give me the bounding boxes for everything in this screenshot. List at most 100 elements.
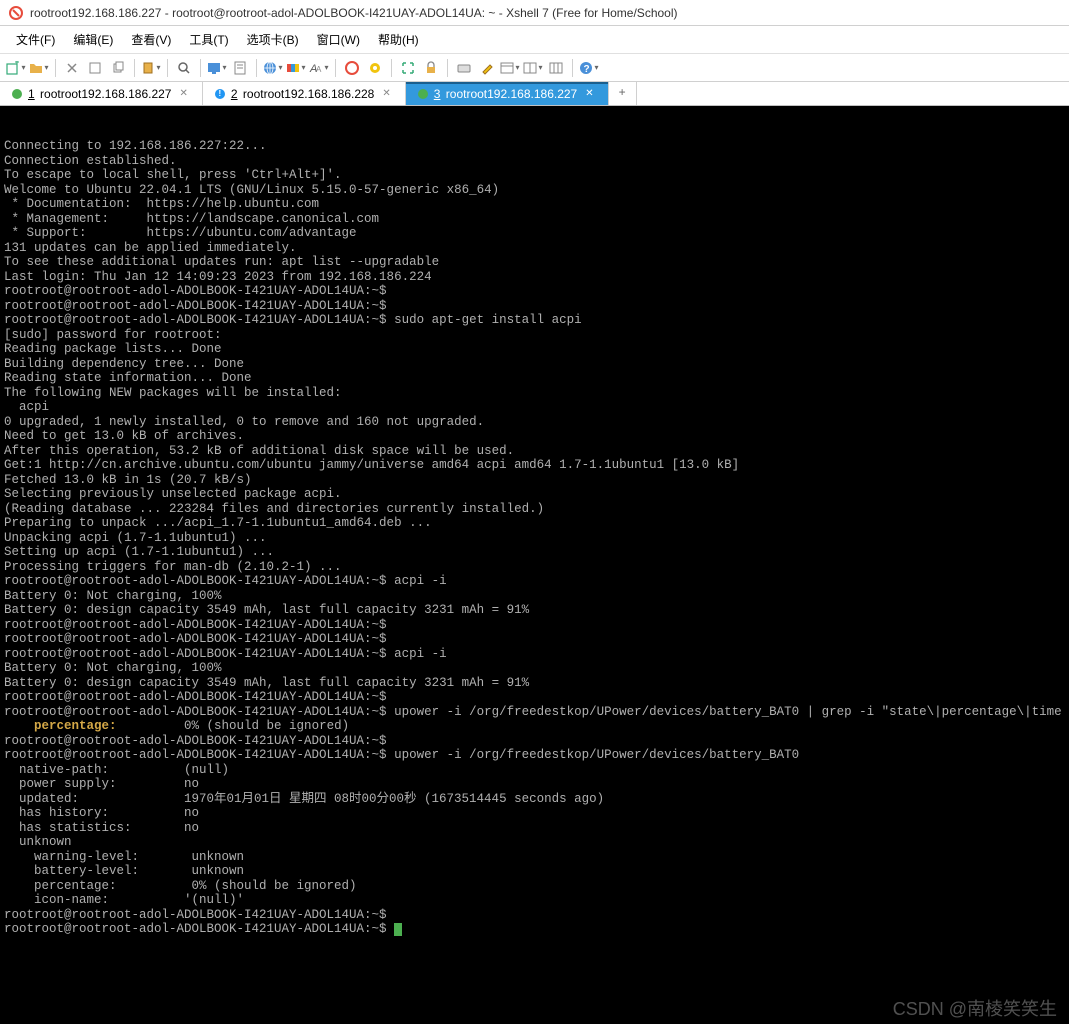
close-icon[interactable]: ✕ [583,88,595,99]
terminal-line: Setting up acpi (1.7-1.1ubuntu1) ... [4,545,1065,560]
help-icon[interactable]: ?▾ [579,58,599,78]
layout1-icon[interactable]: ▾ [500,58,520,78]
terminal-line: percentage: 0% (should be ignored) [4,879,1065,894]
terminal-line: unknown [4,835,1065,850]
terminal-line: acpi [4,400,1065,415]
lock-icon[interactable] [421,58,441,78]
terminal-line: has history: no [4,806,1065,821]
terminal-line: Connection established. [4,154,1065,169]
tab-status-icon [12,89,22,99]
layout3-icon[interactable] [546,58,566,78]
menu-tools[interactable]: 工具(T) [181,28,236,51]
terminal-line: rootroot@rootroot-adol-ADOLBOOK-I421UAY-… [4,734,1065,749]
highlighter-icon[interactable] [477,58,497,78]
tab-label: 1 rootroot192.168.186.227 [28,87,171,101]
tab-label: 2 rootroot192.168.186.228 [231,87,374,101]
globe-icon[interactable]: ▾ [263,58,283,78]
svg-text:?: ? [584,64,590,75]
separator [391,59,392,77]
terminal-line: Battery 0: Not charging, 100% [4,661,1065,676]
svg-text:A: A [316,65,322,74]
terminal-line: Building dependency tree... Done [4,357,1065,372]
terminal-line: Selecting previously unselected package … [4,487,1065,502]
terminal-line: rootroot@rootroot-adol-ADOLBOOK-I421UAY-… [4,922,1065,937]
terminal-line: Unpacking acpi (1.7-1.1ubuntu1) ... [4,531,1065,546]
separator [167,59,168,77]
terminal-line: rootroot@rootroot-adol-ADOLBOOK-I421UAY-… [4,299,1065,314]
color-scheme-icon[interactable]: ▾ [286,58,306,78]
menu-help[interactable]: 帮助(H) [370,28,427,51]
find-icon[interactable] [174,58,194,78]
copy-icon[interactable] [108,58,128,78]
separator [55,59,56,77]
terminal-line: rootroot@rootroot-adol-ADOLBOOK-I421UAY-… [4,574,1065,589]
menu-tabs[interactable]: 选项卡(B) [239,28,307,51]
toolbar: ▾ ▾ ▾ ▾ ▾ ▾ AA▾ ▾ ▾ ?▾ [0,54,1069,82]
terminal-line: [sudo] password for rootroot: [4,328,1065,343]
terminal-line: 0 upgraded, 1 newly installed, 0 to remo… [4,415,1065,430]
menu-file[interactable]: 文件(F) [8,28,63,51]
keyboard-icon[interactable] [454,58,474,78]
terminal-line: After this operation, 53.2 kB of additio… [4,444,1065,459]
font-icon[interactable]: AA▾ [309,58,329,78]
terminal-line: rootroot@rootroot-adol-ADOLBOOK-I421UAY-… [4,705,1065,720]
close-icon[interactable]: ✕ [177,88,189,99]
add-tab-button[interactable]: + [609,82,637,105]
gear-yellow-icon[interactable] [365,58,385,78]
tab-3[interactable]: 3 rootroot192.168.186.227 ✕ [406,82,609,105]
separator [256,59,257,77]
terminal-line: rootroot@rootroot-adol-ADOLBOOK-I421UAY-… [4,618,1065,633]
tab-status-icon [418,89,428,99]
disconnect-icon[interactable] [85,58,105,78]
separator [200,59,201,77]
separator [335,59,336,77]
paste-icon[interactable]: ▾ [141,58,161,78]
menu-window[interactable]: 窗口(W) [309,28,368,51]
terminal-line: Battery 0: design capacity 3549 mAh, las… [4,676,1065,691]
terminal-line: power supply: no [4,777,1065,792]
terminal-line: rootroot@rootroot-adol-ADOLBOOK-I421UAY-… [4,284,1065,299]
terminal-line: Battery 0: design capacity 3549 mAh, las… [4,603,1065,618]
terminal-line: Connecting to 192.168.186.227:22... [4,139,1065,154]
prop-icon[interactable] [230,58,250,78]
open-icon[interactable]: ▾ [29,58,49,78]
menu-bar: 文件(F) 编辑(E) 查看(V) 工具(T) 选项卡(B) 窗口(W) 帮助(… [0,26,1069,54]
terminal-type-icon[interactable]: ▾ [207,58,227,78]
reconnect-icon[interactable] [62,58,82,78]
tab-bar: 1 rootroot192.168.186.227 ✕ ! 2 rootroot… [0,82,1069,106]
tab-1[interactable]: 1 rootroot192.168.186.227 ✕ [0,82,203,105]
fullscreen-icon[interactable] [398,58,418,78]
terminal-line: * Support: https://ubuntu.com/advantage [4,226,1065,241]
separator [134,59,135,77]
separator [572,59,573,77]
terminal-line: Preparing to unpack .../acpi_1.7-1.1ubun… [4,516,1065,531]
terminal-line: Reading state information... Done [4,371,1065,386]
terminal-line: rootroot@rootroot-adol-ADOLBOOK-I421UAY-… [4,690,1065,705]
terminal-line: To escape to local shell, press 'Ctrl+Al… [4,168,1065,183]
terminal-line: * Management: https://landscape.canonica… [4,212,1065,227]
terminal-line: Fetched 13.0 kB in 1s (20.7 kB/s) [4,473,1065,488]
terminal-cursor [394,923,402,936]
menu-view[interactable]: 查看(V) [123,28,179,51]
highlighted-label: percentage: [34,719,117,733]
red-circle-icon[interactable] [342,58,362,78]
menu-edit[interactable]: 编辑(E) [65,28,121,51]
terminal-line: rootroot@rootroot-adol-ADOLBOOK-I421UAY-… [4,632,1065,647]
terminal-output[interactable]: Connecting to 192.168.186.227:22...Conne… [0,106,1069,1024]
tab-status-icon: ! [215,89,225,99]
terminal-line: Processing triggers for man-db (2.10.2-1… [4,560,1065,575]
layout2-icon[interactable]: ▾ [523,58,543,78]
terminal-line: rootroot@rootroot-adol-ADOLBOOK-I421UAY-… [4,313,1065,328]
close-icon[interactable]: ✕ [380,88,392,99]
new-session-icon[interactable]: ▾ [6,58,26,78]
terminal-line: Get:1 http://cn.archive.ubuntu.com/ubunt… [4,458,1065,473]
terminal-line: To see these additional updates run: apt… [4,255,1065,270]
terminal-line: 131 updates can be applied immediately. [4,241,1065,256]
terminal-line: Need to get 13.0 kB of archives. [4,429,1065,444]
terminal-line: * Documentation: https://help.ubuntu.com [4,197,1065,212]
terminal-line: The following NEW packages will be insta… [4,386,1065,401]
tab-2[interactable]: ! 2 rootroot192.168.186.228 ✕ [203,82,406,105]
title-bar: rootroot192.168.186.227 - rootroot@rootr… [0,0,1069,26]
terminal-line: warning-level: unknown [4,850,1065,865]
terminal-line: Reading package lists... Done [4,342,1065,357]
